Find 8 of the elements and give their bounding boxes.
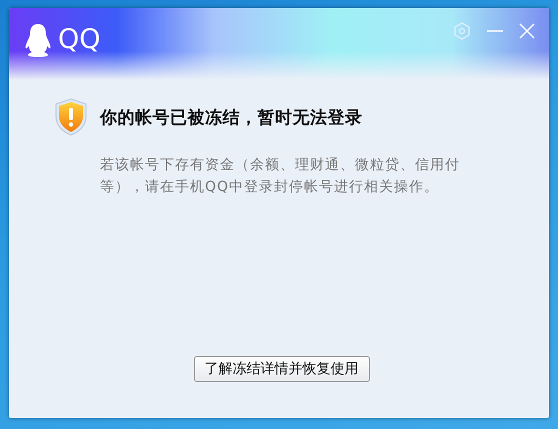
info-text: 若该帐号下存有资金（余额、理财通、微粒贷、信用付等），请在手机QQ中登录封停帐号进行相关操作。: [100, 156, 461, 197]
warning-shield-icon: [54, 98, 88, 136]
settings-icon[interactable]: [453, 22, 471, 40]
penguin-icon: [24, 23, 52, 57]
app-title: QQ: [58, 23, 101, 57]
error-heading: 你的帐号已被冻结，暂时无法登录: [100, 106, 362, 128]
recover-button[interactable]: 了解冻结详情并恢复使用: [194, 356, 370, 382]
close-icon[interactable]: [519, 23, 535, 39]
